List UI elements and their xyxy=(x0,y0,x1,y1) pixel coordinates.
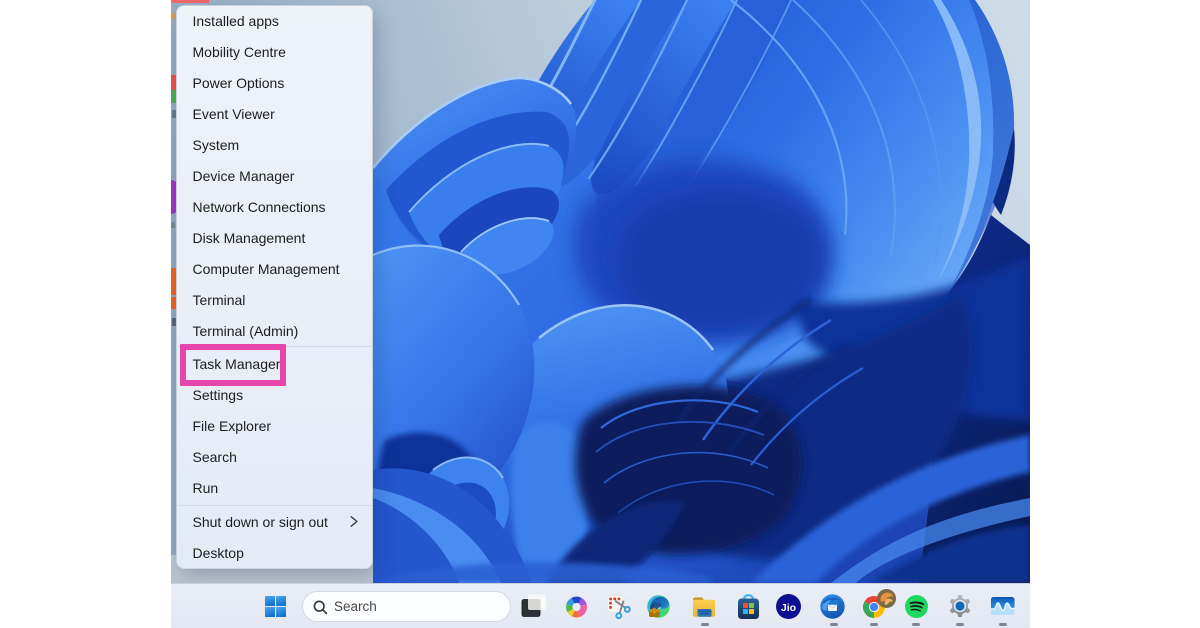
svg-text:Jio: Jio xyxy=(781,602,796,614)
